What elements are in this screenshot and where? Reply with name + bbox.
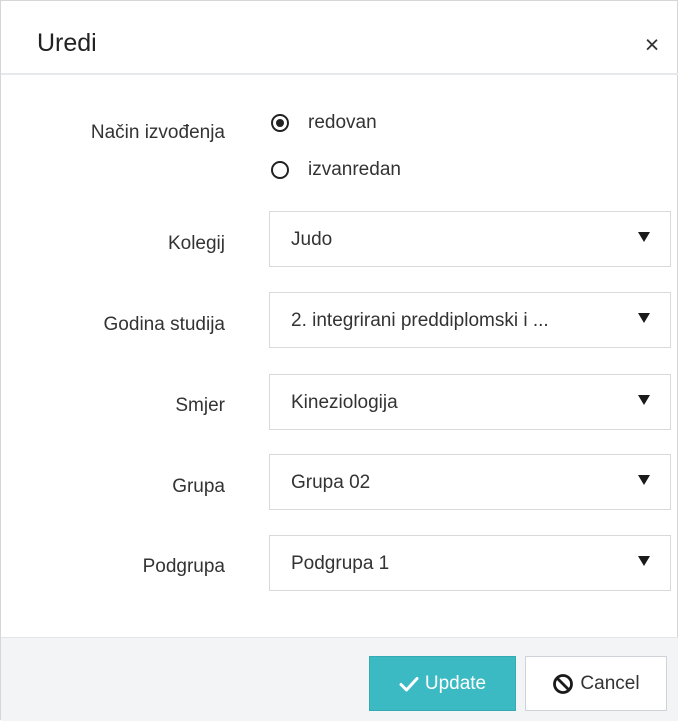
edit-dialog: Uredi × Način izvođenja redovan izvanred…	[0, 0, 678, 721]
cancel-button[interactable]: Cancel	[525, 656, 667, 711]
smjer-value: Kineziologija	[291, 392, 398, 413]
update-button[interactable]: Update	[369, 656, 516, 711]
podgrupa-label: Podgrupa	[142, 556, 225, 577]
radio-unchecked-icon[interactable]	[271, 161, 289, 179]
close-icon[interactable]: ×	[638, 31, 666, 59]
caret-down-icon	[638, 556, 650, 566]
kolegij-value: Judo	[291, 229, 333, 250]
godina-studija-value: 2. integrirani preddiplomski i ...	[291, 310, 549, 331]
caret-down-icon	[638, 395, 650, 405]
kolegij-label: Kolegij	[167, 233, 225, 254]
grupa-select[interactable]: Grupa 02	[269, 454, 671, 510]
check-icon	[399, 676, 419, 692]
caret-down-icon	[638, 475, 650, 485]
smjer-select[interactable]: Kineziologija	[269, 374, 671, 430]
caret-down-icon	[638, 232, 650, 242]
godina-studija-select[interactable]: 2. integrirani preddiplomski i ...	[269, 292, 671, 348]
godina-studija-label: Godina studija	[103, 314, 225, 335]
dialog-footer: Update Cancel	[1, 637, 678, 721]
ban-icon	[552, 673, 574, 695]
radio-redovan-label: redovan	[308, 112, 377, 133]
nacin-izvodenja-label: Način izvođenja	[90, 122, 225, 143]
smjer-label: Smjer	[175, 395, 225, 416]
cancel-button-label: Cancel	[580, 672, 640, 694]
radio-redovan[interactable]: redovan	[271, 109, 377, 137]
update-button-label: Update	[424, 672, 487, 694]
kolegij-select[interactable]: Judo	[269, 211, 671, 267]
grupa-label: Grupa	[172, 476, 225, 497]
radio-izvanredan[interactable]: izvanredan	[271, 156, 401, 184]
radio-izvanredan-label: izvanredan	[308, 159, 401, 180]
radio-checked-icon[interactable]	[271, 114, 289, 132]
dialog-header: Uredi ×	[1, 1, 678, 75]
podgrupa-select[interactable]: Podgrupa 1	[269, 535, 671, 591]
grupa-value: Grupa 02	[291, 472, 371, 493]
caret-down-icon	[638, 313, 650, 323]
dialog-title: Uredi	[37, 29, 97, 57]
podgrupa-value: Podgrupa 1	[291, 553, 390, 574]
